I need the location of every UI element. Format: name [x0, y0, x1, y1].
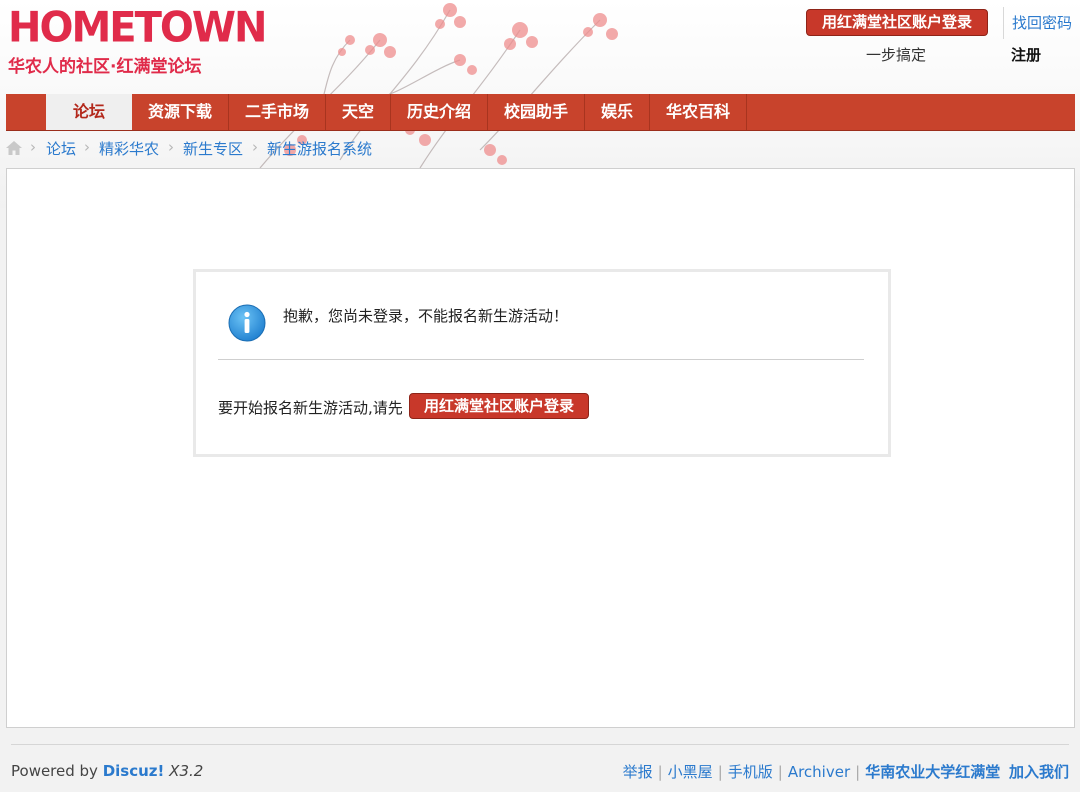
message-box: 抱歉，您尚未登录，不能报名新生游活动！ 要开始报名新生游活动,请先 用红满堂社区… [193, 269, 891, 457]
nav-item-campus-helper[interactable]: 校园助手 [488, 94, 585, 130]
breadcrumb-jingcai[interactable]: 精彩华农 [99, 138, 159, 159]
logo-tagline: 华农人的社区·红满堂论坛 [8, 57, 202, 77]
nav-item-forum[interactable]: 论坛 [46, 94, 132, 130]
nav-item-entertainment[interactable]: 娱乐 [585, 94, 650, 130]
nav-item-market[interactable]: 二手市场 [229, 94, 326, 130]
footer-link-archiver[interactable]: Archiver [788, 763, 850, 781]
logo-wordmark: HOMETOWN [8, 3, 267, 53]
footer-separator: | [717, 763, 723, 781]
powered-by: Powered by Discuz! X3.2 [11, 762, 203, 780]
powered-prefix: Powered by [11, 762, 103, 780]
info-icon [228, 304, 266, 342]
breadcrumb-separator: › [84, 138, 90, 156]
message-title: 抱歉，您尚未登录，不能报名新生游活动！ [283, 307, 569, 325]
breadcrumb-freshman-zone[interactable]: 新生专区 [183, 138, 243, 159]
header-login-button[interactable]: 用红满堂社区账户登录 [806, 9, 988, 36]
forgot-password-link[interactable]: 找回密码 [1012, 12, 1072, 33]
header-divider [1003, 7, 1004, 39]
footer-link-join-us[interactable]: 加入我们 [1009, 763, 1069, 781]
nav-item-history[interactable]: 历史介绍 [391, 94, 488, 130]
register-link[interactable]: 注册 [1011, 44, 1041, 65]
version-text: X3.2 [169, 762, 204, 780]
main-nav: 论坛 资源下载 二手市场 天空 历史介绍 校园助手 娱乐 华农百科 [6, 94, 1075, 131]
footer-link-mobile[interactable]: 手机版 [728, 763, 773, 781]
discuz-link[interactable]: Discuz! [103, 762, 165, 780]
breadcrumb-separator: › [252, 138, 258, 156]
message-divider [218, 359, 864, 360]
home-icon[interactable] [6, 141, 22, 155]
footer-link-scau-hongmantang[interactable]: 华南农业大学红满堂 [865, 763, 1000, 781]
footer-links: 举报 | 小黑屋 | 手机版 | Archiver | 华南农业大学红满堂 加入我们 [623, 761, 1069, 782]
footer-separator: | [657, 763, 663, 781]
breadcrumb-signup-system[interactable]: 新生游报名系统 [267, 138, 372, 159]
footer-separator: | [855, 763, 861, 781]
breadcrumb-forum[interactable]: 论坛 [46, 138, 76, 159]
site-logo[interactable]: HOMETOWN 华农人的社区·红满堂论坛 [8, 5, 267, 77]
breadcrumb-separator: › [30, 138, 36, 156]
one-step-text: 一步搞定 [866, 46, 927, 64]
breadcrumb-separator: › [168, 138, 174, 156]
footer-link-blacklist[interactable]: 小黑屋 [668, 763, 713, 781]
footer-divider [11, 744, 1069, 745]
nav-item-downloads[interactable]: 资源下载 [132, 94, 229, 130]
message-login-button[interactable]: 用红满堂社区账户登录 [409, 393, 589, 419]
message-prompt: 要开始报名新生游活动,请先 [218, 399, 403, 417]
footer-spacer [1002, 763, 1007, 781]
footer-link-report[interactable]: 举报 [623, 763, 653, 781]
nav-item-sky[interactable]: 天空 [326, 94, 391, 130]
footer-separator: | [777, 763, 783, 781]
nav-item-wiki[interactable]: 华农百科 [650, 94, 747, 130]
